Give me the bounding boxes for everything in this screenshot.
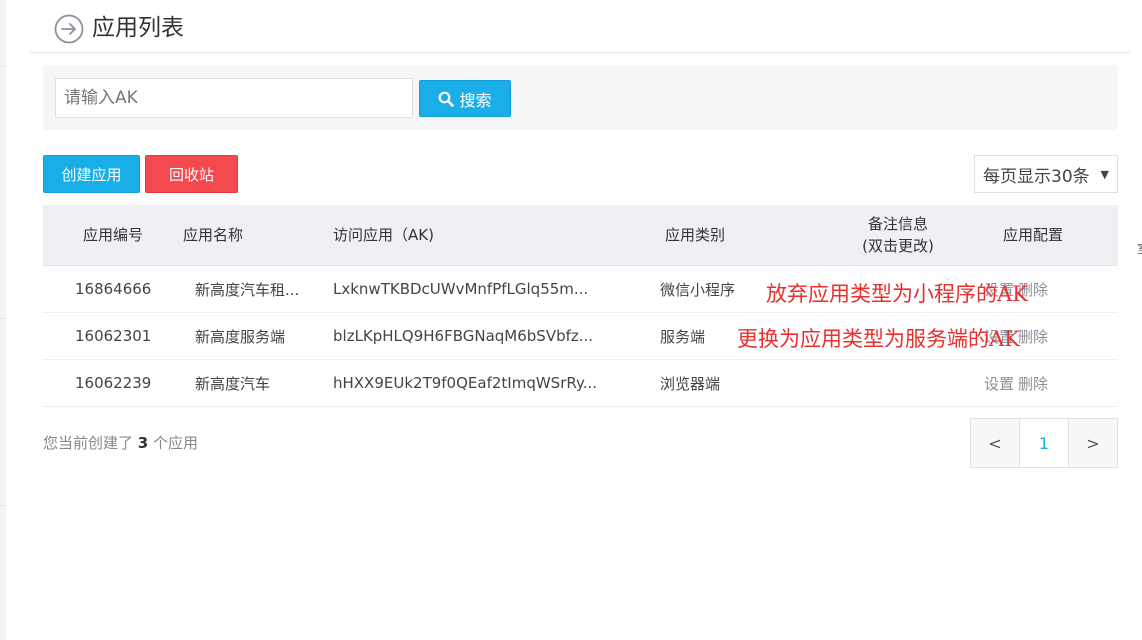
cell-app-type: 服务端 — [660, 327, 706, 346]
magnifier-icon — [439, 91, 455, 107]
left-edge-divider — [0, 66, 6, 67]
summary-prefix: 您当前创建了 — [43, 434, 134, 452]
page-size-value: 每页显示30条 — [983, 166, 1090, 187]
summary-count: 3 — [137, 434, 149, 452]
cell-app-id: 16864666 — [75, 280, 152, 298]
column-header-name: 应用名称 — [182, 226, 243, 244]
delete-link[interactable]: 删除 — [1018, 373, 1048, 394]
left-edge-panel — [0, 0, 6, 640]
table-row[interactable]: 16062239 新高度汽车 hHXX9EUk2T9f0QEaf2tImqWSr… — [43, 360, 1118, 407]
left-edge-divider — [0, 505, 6, 506]
column-header-id: 应用编号 — [82, 226, 143, 244]
pagination-page-1[interactable]: 1 — [1020, 419, 1069, 467]
annotation-abandon-ak: 放弃应用类型为小程序的AK — [766, 282, 1028, 306]
cell-app-ak: blzLKpHLQ9H6FBGNaqM6bSVbfz... — [333, 327, 594, 345]
cell-app-type: 微信小程序 — [660, 280, 736, 299]
search-panel: 搜索 — [43, 65, 1118, 130]
cell-app-name: 新高度汽车 — [195, 374, 271, 393]
cell-app-config: 设置 删除 — [984, 360, 1052, 406]
app-count-summary: 您当前创建了 3 个应用 — [43, 432, 198, 453]
column-header-note-line2: (双击更改) — [862, 237, 934, 255]
cell-app-id: 16062239 — [75, 374, 152, 392]
page-header: 应用列表 — [30, 0, 1130, 53]
column-header-ak: 访问应用（AK) — [333, 226, 434, 244]
left-edge-divider — [0, 318, 6, 319]
column-header-type: 应用类别 — [664, 226, 725, 244]
cell-app-ak: LxknwTKBDcUWvMnfPfLGlq55m... — [333, 280, 589, 298]
pagination-next-button[interactable]: > — [1069, 419, 1117, 467]
page-size-select[interactable]: 每页显示30条 ▼ — [974, 155, 1118, 193]
page-title: 应用列表 — [92, 15, 184, 41]
pagination-prev-button[interactable]: < — [971, 419, 1020, 467]
cell-app-type: 浏览器端 — [660, 374, 721, 393]
table-header: 应用编号 应用名称 访问应用（AK) 应用类别 备注信息 (双击更改) 应用配置 — [43, 205, 1118, 266]
summary-suffix: 个应用 — [153, 434, 199, 452]
column-header-note: 备注信息 (双击更改) — [843, 205, 953, 265]
column-header-config: 应用配置 — [1002, 226, 1063, 244]
create-app-button[interactable]: 创建应用 — [43, 155, 140, 193]
search-button[interactable]: 搜索 — [419, 80, 511, 117]
cell-app-name: 新高度服务端 — [195, 327, 286, 346]
pagination: < 1 > — [970, 418, 1118, 468]
arrow-right-circle-icon[interactable] — [54, 14, 84, 44]
cell-app-ak: hHXX9EUk2T9f0QEaf2tImqWSrRy... — [333, 374, 598, 392]
recycle-bin-button[interactable]: 回收站 — [145, 155, 238, 193]
settings-link[interactable]: 设置 — [984, 373, 1014, 394]
caret-down-icon: ▼ — [1100, 168, 1109, 181]
clipped-text-fragment: 室 — [1137, 240, 1142, 257]
column-header-note-line1: 备注信息 — [867, 215, 928, 233]
delete-link[interactable]: 删除 — [1018, 326, 1048, 347]
search-input[interactable] — [55, 78, 413, 118]
annotation-replace-ak: 更换为应用类型为服务端的AK — [737, 327, 1020, 351]
cell-app-id: 16062301 — [75, 327, 152, 345]
cell-app-name: 新高度汽车租... — [195, 280, 300, 299]
search-button-label: 搜索 — [459, 90, 492, 110]
